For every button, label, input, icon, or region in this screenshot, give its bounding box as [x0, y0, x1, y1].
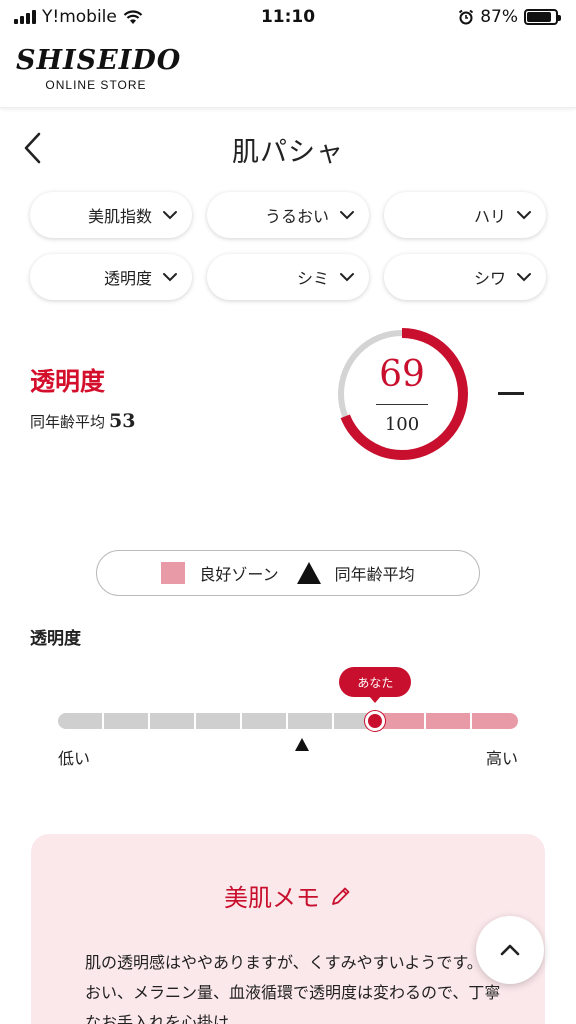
score-max: 100: [384, 414, 420, 435]
page-title: 肌パシャ: [232, 137, 344, 168]
signal-icon: [14, 10, 36, 24]
battery-percent: 87%: [480, 7, 518, 27]
status-right: 87%: [458, 7, 561, 27]
status-left: Y!mobile: [14, 7, 143, 27]
legend-good-zone-label: 良好ゾーン: [199, 565, 279, 584]
scale-bar: [58, 713, 518, 729]
age-average-value: 53: [109, 410, 136, 432]
you-label-bubble: あなた: [339, 667, 412, 703]
metric-name: 透明度: [30, 367, 106, 396]
filter-label: シワ: [473, 269, 506, 288]
alarm-icon: [459, 9, 474, 25]
filter-label: 美肌指数: [87, 207, 152, 226]
filter-moisture[interactable]: うるおい: [207, 192, 369, 238]
memo-title: 美肌メモ: [31, 878, 545, 913]
scale-segment: [150, 713, 196, 729]
age-average: 同年齢平均 53: [30, 410, 135, 432]
chevron-down-icon: [163, 211, 177, 220]
chevron-up-icon: [500, 944, 520, 956]
scale-segment: [104, 713, 150, 729]
legend: 良好ゾーン 同年齢平均: [96, 550, 480, 596]
wifi-icon: [123, 9, 143, 24]
logo-sub-text: ONLINE STORE: [45, 78, 147, 92]
chevron-down-icon: [340, 211, 354, 220]
logo-main-text: SHISEIDO: [16, 45, 182, 76]
chevron-down-icon: [517, 211, 531, 220]
scale-title: 透明度: [30, 629, 81, 649]
chevron-down-icon: [517, 273, 531, 282]
chevron-down-icon: [163, 273, 177, 282]
filter-label: シミ: [296, 269, 329, 288]
score-section: 透明度 同年齢平均 53 69 100: [0, 326, 576, 476]
score-value: 69: [379, 354, 425, 395]
filter-label: 透明度: [103, 269, 152, 288]
chevron-down-icon: [340, 273, 354, 282]
legend-average-label: 同年齢平均: [334, 565, 415, 584]
scale-low-label: 低い: [58, 749, 91, 768]
legend-good-zone: 良好ゾーン: [161, 561, 279, 585]
filter-clarity[interactable]: 透明度: [30, 254, 192, 300]
clock: 11:10: [260, 7, 316, 27]
filter-firmness[interactable]: ハリ: [384, 192, 546, 238]
metric-filters: 美肌指数 うるおい ハリ 透明度 シミ シワ: [30, 192, 546, 300]
memo-body: 肌の透明感はややありますが、くすみやすいようです。うるおい、メラニン量、血液循環…: [85, 953, 515, 1024]
pencil-icon: [332, 887, 350, 905]
scale-segment: [288, 713, 334, 729]
memo-title-text: 美肌メモ: [224, 884, 320, 912]
scale-high-label: 高い: [485, 749, 518, 768]
shiseido-logo[interactable]: SHISEIDO ONLINE STORE: [16, 45, 182, 93]
age-average-label: 同年齢平均: [30, 413, 106, 431]
status-bar: Y!mobile 11:10 87%: [0, 0, 576, 34]
site-header: SHISEIDO ONLINE STORE: [0, 34, 576, 108]
scroll-to-top-button[interactable]: [476, 916, 544, 984]
battery-icon: [524, 9, 561, 25]
filter-spots[interactable]: シミ: [207, 254, 369, 300]
beauty-memo-card: 美肌メモ 肌の透明感はややありますが、くすみやすいようです。うるおい、メラニン量…: [31, 834, 545, 1024]
legend-average: 同年齢平均: [296, 561, 415, 585]
filter-beauty-index[interactable]: 美肌指数: [30, 192, 192, 238]
collapse-button[interactable]: [498, 392, 524, 395]
age-average-marker: [294, 738, 309, 751]
score-divider: [376, 404, 428, 405]
scale-segment: [196, 713, 242, 729]
scale-segment: [58, 713, 104, 729]
good-zone-swatch: [161, 562, 186, 584]
filter-label: うるおい: [264, 207, 329, 226]
scale-segment: [472, 713, 518, 729]
scale-segment: [426, 713, 472, 729]
scale-segment: [242, 713, 288, 729]
filter-label: ハリ: [473, 207, 506, 226]
triangle-icon: [296, 562, 321, 584]
filter-wrinkles[interactable]: シワ: [384, 254, 546, 300]
title-bar: 肌パシャ: [0, 118, 576, 178]
scale-segment: [380, 713, 426, 729]
carrier-label: Y!mobile: [42, 7, 117, 27]
